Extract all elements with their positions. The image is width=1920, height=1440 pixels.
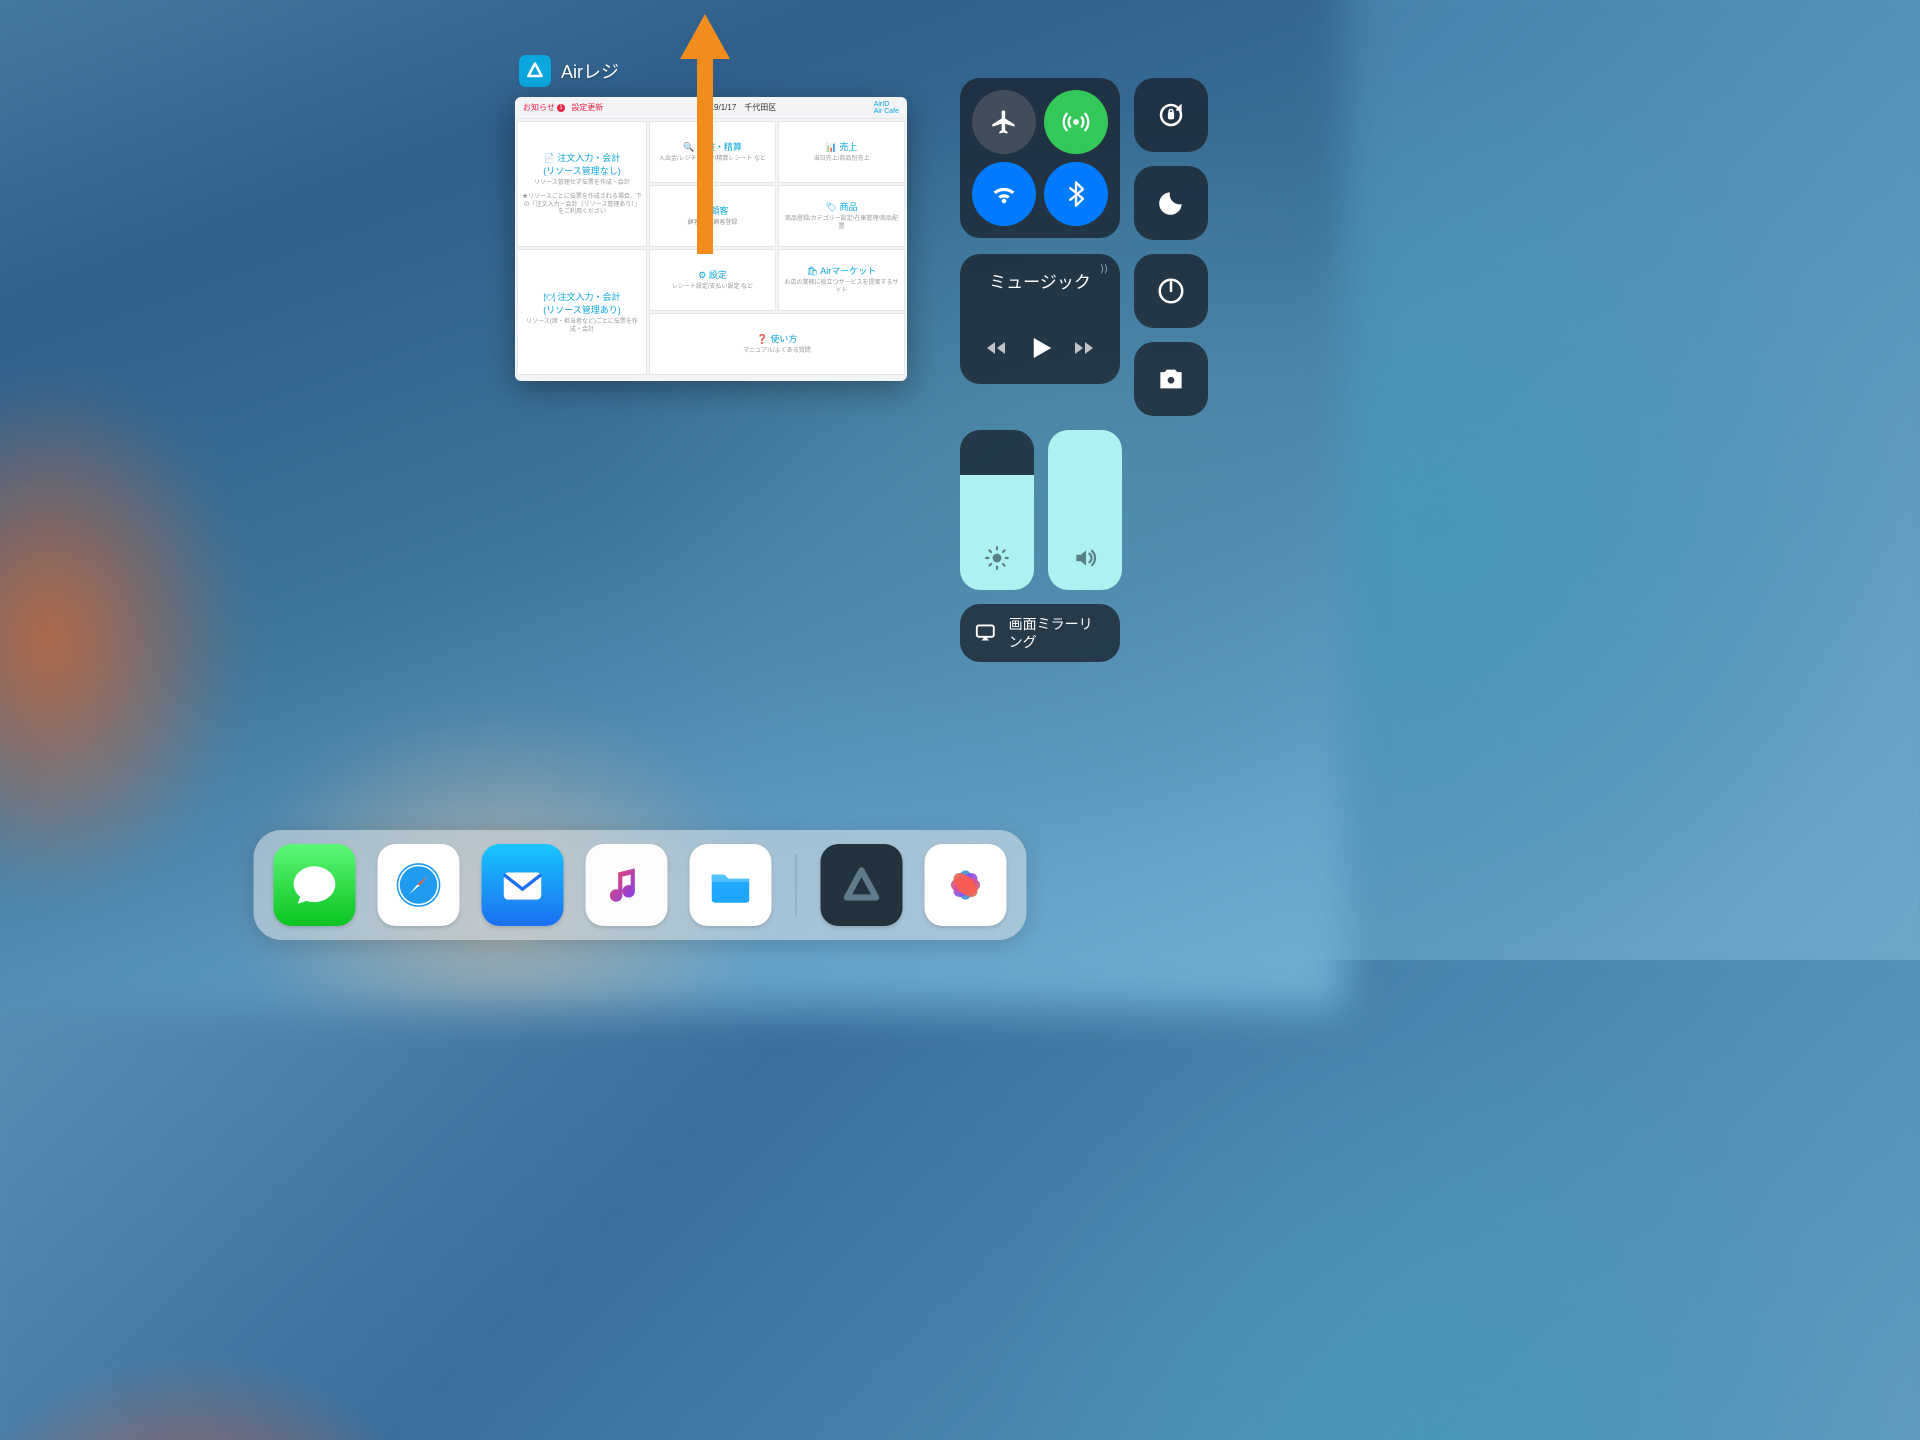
- c6-title: 注文入力・会計: [557, 292, 620, 302]
- c3-desc: 当日売上/商品別売上: [814, 156, 870, 164]
- volume-slider[interactable]: [1048, 430, 1122, 590]
- screen-mirroring-label: 画面ミラーリング: [1009, 615, 1106, 651]
- dock-app-music[interactable]: [586, 844, 668, 926]
- brightness-icon: [984, 545, 1010, 576]
- control-center: ⟩⟩ ミュージック: [960, 78, 1210, 662]
- cell-settlement: 🔍 点検・精算 入出金/レジチェック/精算レシート など: [649, 121, 776, 183]
- music-play-button[interactable]: [1025, 333, 1055, 368]
- c8-desc: お店の業務に役立つサービスを提案するサイト: [783, 280, 900, 296]
- airregi-app-icon: [519, 55, 551, 87]
- dock-app-photos[interactable]: [925, 844, 1007, 926]
- cc-side-col-1: [1134, 78, 1208, 240]
- c2-desc: 入出金/レジチェック/精算レシート など: [659, 156, 766, 164]
- switcher-preview[interactable]: お知らせ 1 設定更新 2019/1/17 千代田区 AirID Air Caf…: [515, 97, 907, 381]
- c9-title: 使い方: [770, 334, 797, 344]
- c1-title: 注文入力・会計: [557, 153, 620, 163]
- store-name: Air Cafe: [874, 108, 899, 115]
- cc-sliders: [960, 430, 1210, 590]
- music-title: ミュージック: [970, 268, 1110, 293]
- bluetooth-toggle[interactable]: [1044, 162, 1108, 226]
- music-tile[interactable]: ⟩⟩ ミュージック: [960, 254, 1120, 384]
- cc-side-col-2: [1134, 254, 1208, 416]
- cell-airmarket: 🛍 Airマーケット お店の業務に役立つサービスを提案するサイト: [778, 249, 905, 311]
- switcher-header: Airレジ: [515, 55, 907, 97]
- settings-update-label: 設定更新: [571, 103, 603, 112]
- airplane-mode-toggle[interactable]: [972, 90, 1036, 154]
- camera-button[interactable]: [1134, 342, 1208, 416]
- cell-product: 🏷 商品 商品登録/カテゴリー設定/在庫管理/商品配置: [778, 185, 905, 247]
- cell-customer: 👤 顧客 顧客一覧/顧客登録: [649, 185, 776, 247]
- c7-title: 設定: [709, 270, 727, 280]
- c1-sub: (リソース管理なし): [543, 166, 621, 176]
- preview-topbar: お知らせ 1 設定更新 2019/1/17 千代田区 AirID Air Caf…: [515, 97, 907, 119]
- cell-settings: ⚙ 設定 レシート設定/支払い設定 など: [649, 249, 776, 311]
- c6-desc: リソース(席・担当者など)ごとに伝票を作成・会計: [522, 319, 642, 335]
- notice-label: お知らせ: [523, 103, 555, 112]
- c6-sub: (リソース管理あり): [543, 305, 621, 315]
- connectivity-tile[interactable]: [960, 78, 1120, 238]
- music-controls: [970, 333, 1110, 374]
- preview-date-loc: 2019/1/17 千代田区: [701, 102, 777, 113]
- c1-desc: リソース管理せず伝票を作成・会計: [534, 180, 630, 188]
- c4-desc: 顧客一覧/顧客登録: [688, 220, 738, 228]
- dock: [254, 830, 1027, 940]
- switcher-app-name: Airレジ: [561, 58, 619, 84]
- dock-app-messages[interactable]: [274, 844, 356, 926]
- wifi-toggle[interactable]: [972, 162, 1036, 226]
- air-id-label: AirID: [874, 101, 890, 108]
- c3-title: 売上: [839, 142, 857, 152]
- c8-title: Airマーケット: [820, 266, 876, 276]
- orientation-lock-toggle[interactable]: [1134, 78, 1208, 152]
- dock-app-files[interactable]: [690, 844, 772, 926]
- cell-howto: ❓ 使い方 マニュアル/よくある質問: [649, 313, 905, 375]
- c9-desc: マニュアル/よくある質問: [743, 348, 811, 356]
- c2-title: 点検・精算: [697, 142, 742, 152]
- dock-app-mail[interactable]: [482, 844, 564, 926]
- cell-order-resource: 🍽 注文入力・会計(リソース管理あり) リソース(席・担当者など)ごとに伝票を作…: [517, 249, 647, 375]
- cc-row-2: ⟩⟩ ミュージック: [960, 254, 1210, 416]
- screen-mirroring-button[interactable]: 画面ミラーリング: [960, 604, 1120, 662]
- cell-sales: 📊 売上 当日売上/商品別売上: [778, 121, 905, 183]
- c4-title: 顧客: [710, 206, 728, 216]
- cc-row-1: [960, 78, 1210, 240]
- volume-icon: [1072, 545, 1098, 576]
- dock-app-safari[interactable]: [378, 844, 460, 926]
- airplay-indicator-icon: ⟩⟩: [1100, 264, 1108, 275]
- dock-divider: [796, 854, 797, 916]
- app-switcher-card[interactable]: Airレジ お知らせ 1 設定更新 2019/1/17 千代田区 AirID A…: [515, 55, 907, 381]
- c5-title: 商品: [839, 202, 857, 212]
- brightness-slider[interactable]: [960, 430, 1034, 590]
- music-prev-button[interactable]: [984, 336, 1008, 365]
- do-not-disturb-toggle[interactable]: [1134, 166, 1208, 240]
- c1-note: ★リソースごとに伝票を作成される場合、下の「注文入力・会計（リソース管理あり）」…: [522, 194, 642, 217]
- c5-desc: 商品登録/カテゴリー設定/在庫管理/商品配置: [783, 216, 900, 232]
- airplay-icon: [974, 620, 997, 646]
- timer-button[interactable]: [1134, 254, 1208, 328]
- cell-order-noresource: 📄 注文入力・会計(リソース管理なし) リソース管理せず伝票を作成・会計 ★リソ…: [517, 121, 647, 247]
- notice-badge: 1: [557, 104, 565, 112]
- dock-app-airregister[interactable]: [821, 844, 903, 926]
- preview-grid: 📄 注文入力・会計(リソース管理なし) リソース管理せず伝票を作成・会計 ★リソ…: [515, 119, 907, 381]
- music-next-button[interactable]: [1072, 336, 1096, 365]
- c7-desc: レシート設定/支払い設定 など: [672, 284, 753, 292]
- cellular-data-toggle[interactable]: [1044, 90, 1108, 154]
